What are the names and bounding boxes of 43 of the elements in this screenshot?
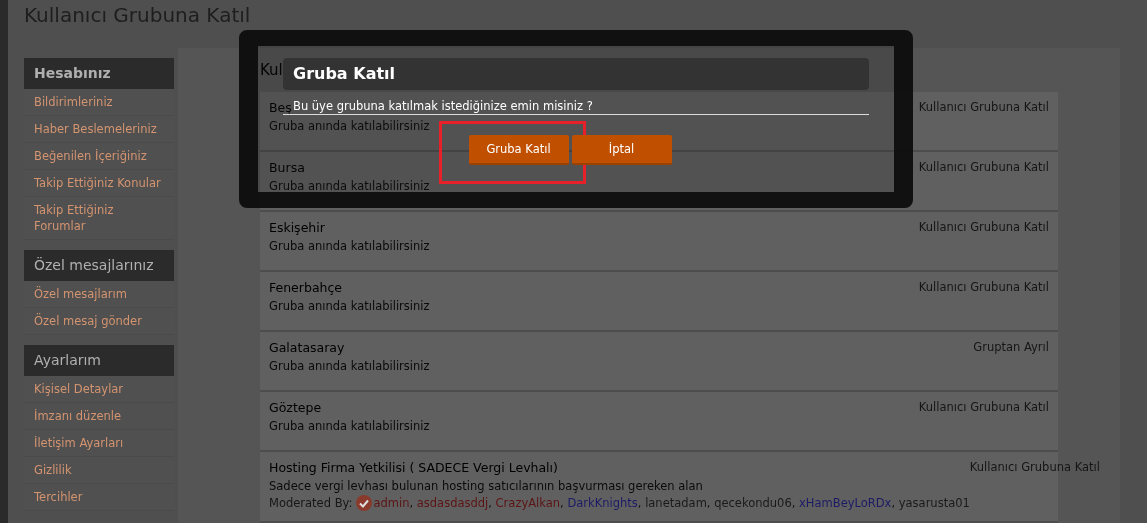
group-title: Eskişehir [269, 220, 325, 235]
group-action-link[interactable]: Kullanıcı Grubuna Katıl [918, 160, 1049, 210]
moderated-label: Moderated By: [269, 496, 353, 510]
group-action-link[interactable]: Kullanıcı Grubuna Katıl [918, 400, 1049, 450]
separator: , [488, 496, 492, 510]
moderator-link[interactable]: CrazyAlkan [495, 496, 561, 510]
group-description: Gruba anında katılabilirsiniz [269, 239, 431, 253]
moderator-link[interactable]: asdasdasddj [416, 496, 489, 510]
moderator-link[interactable]: lanetadam [645, 496, 707, 510]
group-description: Gruba anında katılabilirsiniz [269, 299, 431, 313]
separator: , [891, 496, 896, 510]
separator: , [560, 496, 564, 510]
group-action-link[interactable]: Kullanıcı Grubuna Katıl [969, 460, 1100, 511]
group-title: Bursa [269, 160, 305, 175]
group-title: Göztepe [269, 400, 322, 415]
group-description: Gruba anında katılabilirsiniz [269, 359, 431, 373]
group-title: Galatasaray [269, 340, 345, 355]
sidebar-heading: Ayarlarım [24, 345, 174, 376]
separator: , [791, 496, 796, 510]
sidebar-heading: Hesabınız [24, 58, 174, 89]
moderator-link[interactable]: qecekondu06 [714, 496, 792, 510]
separator: , [706, 496, 711, 510]
group-description: Sadece vergi levhası bulunan hosting satıcılarının başvurması gereken alan [269, 479, 704, 493]
dialog-button[interactable]: İptal [571, 135, 672, 165]
group-action-link[interactable]: Kullanıcı Grubuna Katıl [918, 100, 1049, 150]
group-title: Beş [269, 100, 292, 115]
group-description: Gruba anında katılabilirsiniz [269, 179, 431, 193]
group-action-link[interactable]: Gruptan Ayrıl [973, 340, 1049, 390]
dialog-title: Gruba Katıl [283, 58, 869, 90]
moderator-link[interactable]: yasarusta01 [898, 496, 970, 510]
panel-heading: Kul [260, 60, 283, 81]
group-action-link[interactable]: Kullanıcı Grubuna Katıl [918, 220, 1049, 270]
group-description: Gruba anında katılabilirsiniz [269, 119, 431, 133]
sidebar-heading: Özel mesajlarınız [24, 250, 174, 281]
group-title: Hosting Firma Yetkilisi ( SADECE Vergi Levhalı) [269, 460, 558, 475]
separator: , [637, 496, 642, 510]
check-icon [356, 495, 373, 511]
group-action-link[interactable]: Kullanıcı Grubuna Katıl [918, 280, 1049, 330]
moderator-link[interactable]: DarkKnights [567, 496, 638, 510]
separator: , [409, 496, 414, 510]
dialog-button[interactable]: Gruba Katıl [468, 135, 569, 165]
group-description: Gruba anında katılabilirsiniz [269, 419, 431, 433]
group-title: Fenerbahçe [269, 280, 343, 295]
